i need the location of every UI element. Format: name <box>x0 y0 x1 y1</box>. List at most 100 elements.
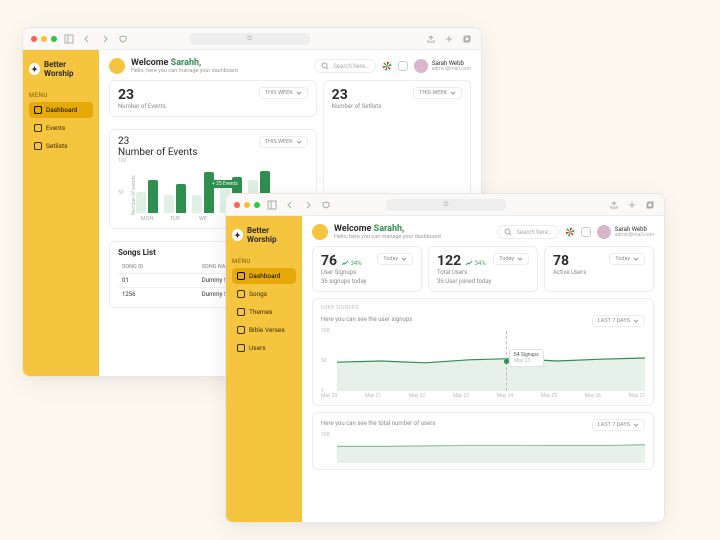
y-axis-label: Number of events <box>131 175 137 215</box>
sidebar-item-bible-verses[interactable]: Bible Verses <box>232 322 296 338</box>
sidebar-item-themes[interactable]: Themes <box>232 304 296 320</box>
stat-sub: 36 User joined today <box>437 278 529 285</box>
app-name: Better Worship <box>247 226 296 244</box>
avatar <box>414 59 428 73</box>
book-icon <box>237 326 245 334</box>
notifications-button[interactable] <box>581 227 591 237</box>
stat-label: Total Users <box>437 269 486 276</box>
notifications-button[interactable] <box>398 61 408 71</box>
plus-icon[interactable] <box>626 199 638 211</box>
period-dropdown[interactable]: Today <box>493 253 529 265</box>
shield-icon[interactable] <box>320 199 332 211</box>
stat-label: Number of Setlists <box>332 103 382 110</box>
y-tick: 50 <box>118 190 124 196</box>
traffic-lights[interactable] <box>234 202 260 208</box>
total-users-section: Here you can see the total number of use… <box>312 412 654 470</box>
y-tick: 100 <box>118 158 126 164</box>
tabs-icon[interactable] <box>644 199 656 211</box>
locale-flag-icon[interactable] <box>382 61 392 71</box>
chevron-down-icon <box>633 256 639 262</box>
palette-icon <box>237 308 245 316</box>
x-tick: May 25 <box>541 393 557 399</box>
signups-section: User Signups Here you can see the user s… <box>312 298 654 406</box>
col-header[interactable]: SONG ID <box>118 261 198 274</box>
browser-chrome: ⎋ <box>226 194 664 216</box>
locale-flag-icon[interactable] <box>565 227 575 237</box>
music-icon <box>237 290 245 298</box>
sidebar-item-label: Bible Verses <box>249 326 285 334</box>
sidebar-item-label: Dashboard <box>249 272 280 280</box>
section-note: Here you can see the total number of use… <box>321 420 435 427</box>
sidebar: ✦ Better Worship MENU Dashboard Songs Th… <box>226 216 302 522</box>
sidebar-item-events[interactable]: Events <box>29 120 93 136</box>
traffic-lights[interactable] <box>31 36 57 42</box>
logo-icon: ✦ <box>232 229 243 241</box>
y-tick: 50 <box>321 358 327 364</box>
share-icon[interactable] <box>425 33 437 45</box>
browser-chrome: ⎋ <box>23 28 481 50</box>
chart-crosshair <box>506 331 507 391</box>
app-logo[interactable]: ✦ Better Worship <box>232 226 296 244</box>
stat-value: 23 <box>332 87 382 103</box>
back-icon[interactable] <box>284 199 296 211</box>
period-dropdown[interactable]: LAST 7 DAYS <box>592 315 645 327</box>
period-dropdown[interactable]: LAST 7 DAYS <box>592 419 645 431</box>
search-input[interactable]: Search here… <box>497 225 559 239</box>
period-dropdown[interactable]: Today <box>377 253 413 265</box>
chevron-down-icon <box>296 139 302 145</box>
stat-value: 78 <box>553 253 569 269</box>
sidebar-toggle-icon[interactable] <box>63 33 75 45</box>
stat-label: Number of Events <box>118 147 197 158</box>
sidebar-item-label: Themes <box>249 308 272 316</box>
sidebar-toggle-icon[interactable] <box>266 199 278 211</box>
main-content: Welcome Sarahh, Hello, here you can mana… <box>302 216 664 522</box>
stat-card-setlists: 23 Number of Setlists THIS WEEK <box>323 80 471 201</box>
chevron-down-icon <box>633 318 639 324</box>
x-tick: May 22 <box>409 393 425 399</box>
plus-icon[interactable] <box>443 33 455 45</box>
chart-badge: + 25 Events <box>208 180 242 188</box>
stat-card: 122 34%Total UsersToday 36 User joined t… <box>428 246 538 292</box>
cell-song-id: 1256 <box>118 288 198 302</box>
period-dropdown[interactable]: Today <box>609 253 645 265</box>
menu-label: MENU <box>29 92 93 99</box>
period-dropdown[interactable]: THIS WEEK <box>413 87 462 99</box>
sidebar-item-users[interactable]: Users <box>232 340 296 356</box>
x-tick: MON <box>141 216 154 222</box>
share-icon[interactable] <box>608 199 620 211</box>
search-icon <box>321 62 329 70</box>
welcome: Welcome Sarahh, Hello, here you can mana… <box>312 224 441 240</box>
x-tick: May 24 <box>497 393 513 399</box>
search-input[interactable]: Search here… <box>314 59 376 73</box>
url-bar[interactable]: ⎋ <box>190 33 310 45</box>
sidebar-item-label: Songs <box>249 290 267 298</box>
sidebar-item-setlists[interactable]: Setlists <box>29 138 93 154</box>
sidebar-item-songs[interactable]: Songs <box>232 286 296 302</box>
profile-menu[interactable]: Sarah Webb admin@mail.com <box>414 59 471 73</box>
stat-label: User Signups <box>321 269 362 276</box>
profile-menu[interactable]: Sarah Webb admin@mail.com <box>597 225 654 239</box>
app-logo[interactable]: ✦ Better Worship <box>29 60 93 78</box>
back-icon[interactable] <box>81 33 93 45</box>
sidebar-item-dashboard[interactable]: Dashboard <box>29 102 93 118</box>
calendar-icon <box>34 124 42 132</box>
url-bar[interactable]: ⎋ <box>386 199 506 211</box>
welcome-avatar <box>312 224 328 240</box>
window-dashboard-admin: ⎋ ✦ Better Worship MENU Dashboard Songs … <box>225 193 665 523</box>
forward-icon[interactable] <box>99 33 111 45</box>
shield-icon[interactable] <box>117 33 129 45</box>
period-dropdown[interactable]: THIS WEEK <box>259 87 308 99</box>
search-icon <box>504 228 512 236</box>
sidebar-item-dashboard[interactable]: Dashboard <box>232 268 296 284</box>
tabs-icon[interactable] <box>461 33 473 45</box>
app-name: Better Worship <box>44 60 93 78</box>
line-chart-total: 100 <box>321 435 645 463</box>
profile-email: admin@mail.com <box>615 233 654 238</box>
forward-icon[interactable] <box>302 199 314 211</box>
stat-value: 23 <box>118 87 166 103</box>
topbar: Welcome Sarahh, Hello, here you can mana… <box>109 58 471 74</box>
y-tick: 100 <box>321 328 329 334</box>
menu-label: MENU <box>232 258 296 265</box>
search-placeholder: Search here… <box>333 63 369 70</box>
period-dropdown[interactable]: THIS WEEK <box>259 136 308 148</box>
